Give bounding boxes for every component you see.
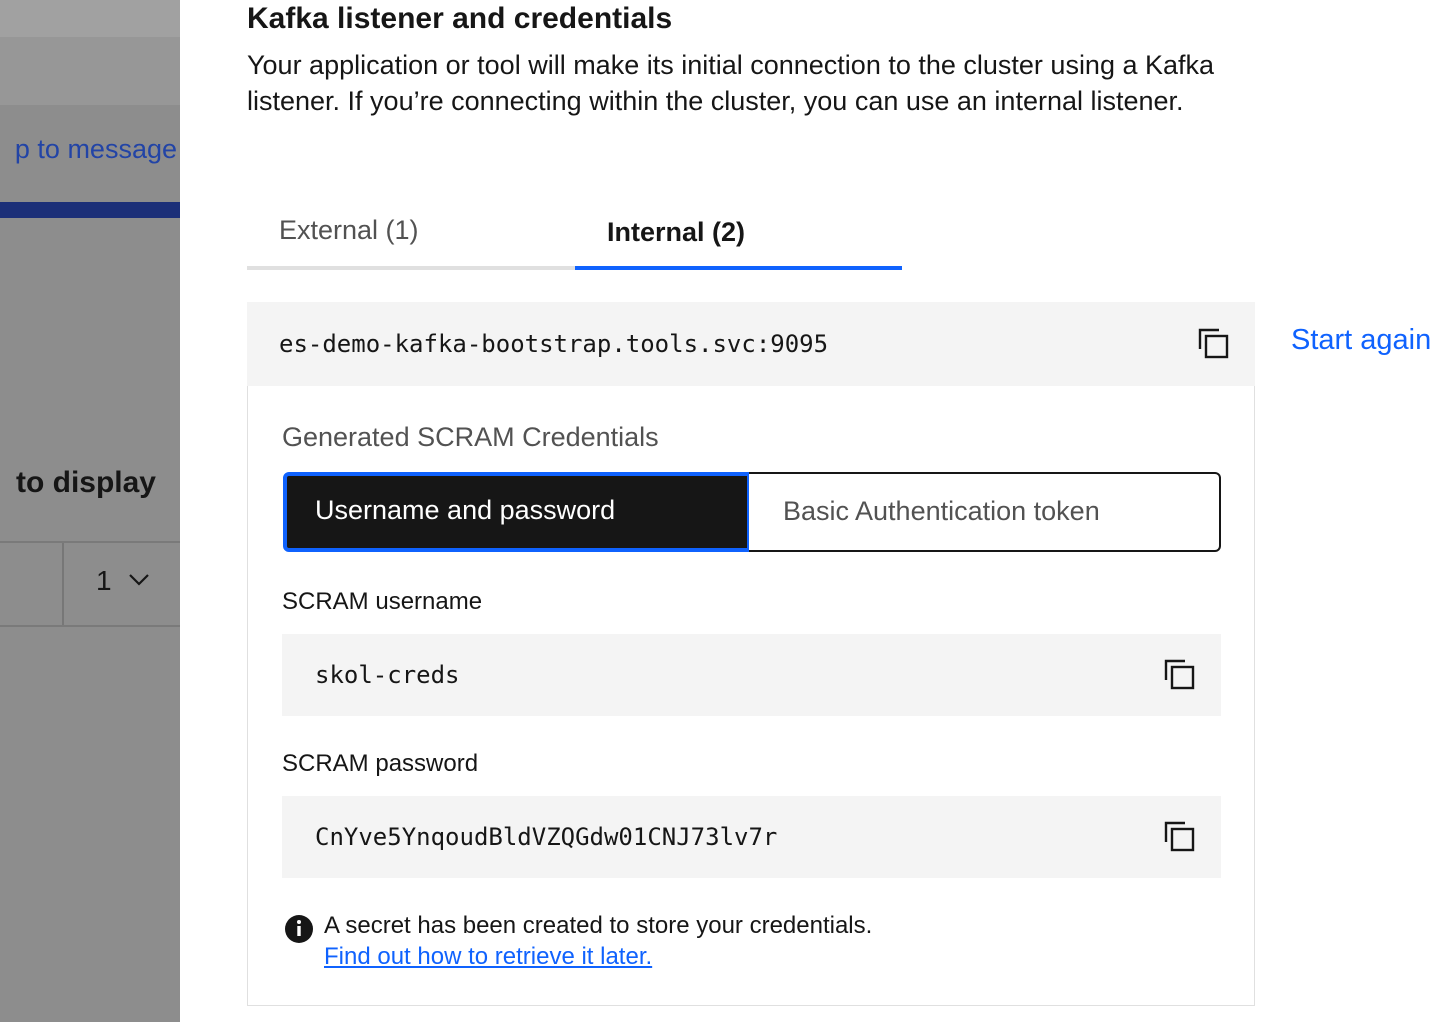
tab-internal[interactable]: Internal (2) bbox=[575, 195, 902, 270]
listener-panel: Kafka listener and credentials Your appl… bbox=[247, 0, 1454, 1022]
tab-external-label: External (1) bbox=[279, 215, 419, 245]
username-password-button[interactable]: Username and password bbox=[283, 472, 751, 552]
basic-auth-token-label: Basic Authentication token bbox=[783, 496, 1100, 526]
username-value: skol-creds bbox=[315, 661, 460, 689]
username-password-label: Username and password bbox=[315, 495, 616, 525]
tab-external[interactable]: External (1) bbox=[247, 195, 575, 270]
credentials-panel: Generated SCRAM Credentials Username and… bbox=[247, 386, 1255, 1006]
info-icon bbox=[285, 915, 313, 943]
basic-auth-token-button[interactable]: Basic Authentication token bbox=[749, 472, 1221, 552]
listener-tabs: External (1) Internal (2) bbox=[247, 195, 902, 270]
username-field: skol-creds bbox=[282, 634, 1221, 716]
background-display-text: to display bbox=[15, 466, 156, 499]
password-label: SCRAM password bbox=[282, 750, 479, 777]
pagination-divider bbox=[62, 543, 64, 625]
copy-icon[interactable] bbox=[1163, 820, 1197, 854]
notice-text: A secret has been created to store your … bbox=[324, 912, 873, 939]
page-description: Your application or tool will make its i… bbox=[247, 50, 1215, 116]
password-value: CnYve5YnqoudBldVZQGdw01CNJ73lv7r bbox=[315, 823, 778, 851]
background-progress-bar bbox=[0, 202, 180, 218]
background-page: p to message to display 1 bbox=[0, 0, 180, 1022]
background-message-link: p to message bbox=[14, 134, 177, 164]
credential-type-switcher: Username and password Basic Authenticati… bbox=[283, 472, 1221, 552]
credentials-heading: Generated SCRAM Credentials bbox=[282, 422, 659, 452]
password-field: CnYve5YnqoudBldVZQGdw01CNJ73lv7r bbox=[282, 796, 1221, 878]
background-pagination: 1 bbox=[0, 541, 180, 627]
background-header-band bbox=[0, 0, 180, 37]
start-again-link[interactable]: Start again bbox=[1291, 324, 1431, 357]
tab-internal-label: Internal (2) bbox=[607, 217, 746, 247]
username-label: SCRAM username bbox=[282, 588, 483, 615]
chevron-down-icon bbox=[129, 574, 149, 586]
background-band bbox=[0, 37, 180, 105]
copy-icon[interactable] bbox=[1197, 327, 1231, 361]
copy-icon[interactable] bbox=[1163, 658, 1197, 692]
page-number: 1 bbox=[96, 565, 112, 596]
retrieve-secret-link[interactable]: Find out how to retrieve it later. bbox=[324, 943, 652, 971]
page-title: Kafka listener and credentials bbox=[247, 2, 673, 35]
listener-address: es-demo-kafka-bootstrap.tools.svc:9095 bbox=[279, 330, 829, 358]
listener-address-field: es-demo-kafka-bootstrap.tools.svc:9095 bbox=[247, 302, 1255, 386]
